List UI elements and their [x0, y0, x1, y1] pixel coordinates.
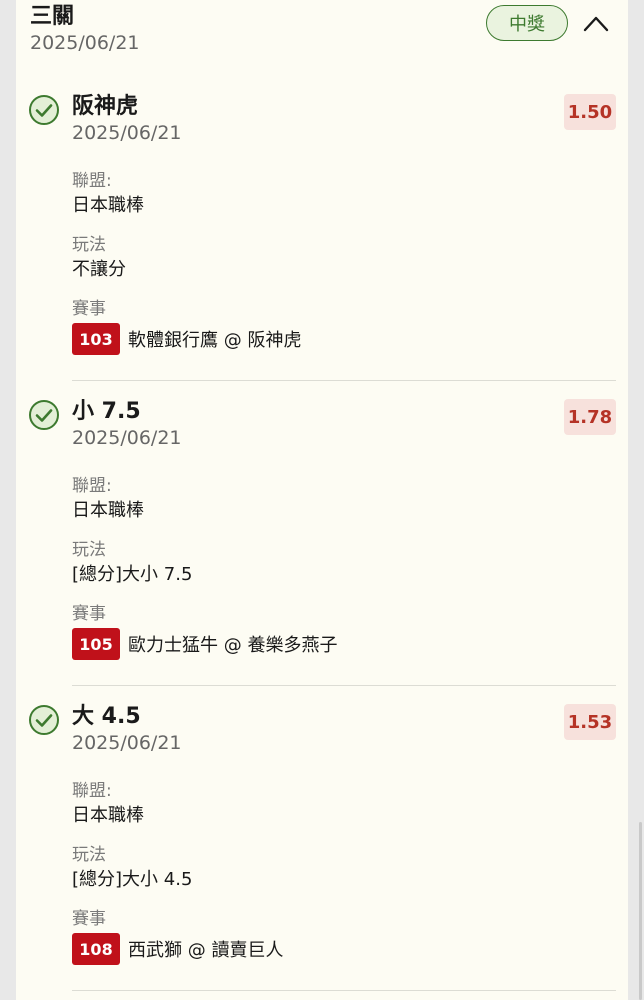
selection-date: 2025/06/21 [72, 427, 182, 449]
match-name: 歐力士猛牛 @ 養樂多燕子 [128, 635, 338, 656]
bet-type-value: [總分]大小 4.5 [72, 869, 193, 890]
selection-date: 2025/06/21 [72, 732, 182, 754]
win-status-badge: 中獎 [486, 5, 568, 41]
parlay-date: 2025/06/21 [30, 32, 140, 54]
match-label: 賽事 [72, 299, 106, 319]
match-id-badge: 105 [72, 628, 120, 660]
match-id-badge: 108 [72, 933, 120, 965]
divider [72, 990, 616, 991]
bet-item: 大 4.5 2025/06/21 1.53 聯盟: 日本職棒 玩法 [總分]大小… [16, 704, 628, 1000]
league-label: 聯盟: [72, 781, 112, 801]
check-circle-icon [29, 95, 59, 125]
match-row: 108 西武獅 @ 讀賣巨人 [72, 933, 283, 965]
check-circle-icon [29, 400, 59, 430]
bet-type-value: 不讓分 [72, 259, 126, 280]
bet-type-label: 玩法 [72, 540, 106, 560]
match-label: 賽事 [72, 604, 106, 624]
league-value: 日本職棒 [72, 195, 144, 216]
bet-type-label: 玩法 [72, 235, 106, 255]
parlay-card: 三關 2025/06/21 中獎 阪神虎 2025/06/21 1.50 聯盟:… [16, 0, 628, 1000]
match-row: 103 軟體銀行鷹 @ 阪神虎 [72, 323, 301, 355]
match-name: 軟體銀行鷹 @ 阪神虎 [128, 330, 302, 351]
bet-type-value: [總分]大小 7.5 [72, 564, 193, 585]
match-label: 賽事 [72, 909, 106, 929]
selection-title: 小 7.5 [72, 399, 141, 424]
selection-title: 大 4.5 [72, 704, 141, 729]
league-value: 日本職棒 [72, 500, 144, 521]
selection-date: 2025/06/21 [72, 122, 182, 144]
chevron-up-icon [583, 16, 609, 32]
match-id-badge: 103 [72, 323, 120, 355]
league-value: 日本職棒 [72, 805, 144, 826]
bet-type-label: 玩法 [72, 845, 106, 865]
parlay-title: 三關 [30, 4, 75, 29]
scrollbar[interactable] [639, 822, 642, 1000]
bet-item: 阪神虎 2025/06/21 1.50 聯盟: 日本職棒 玩法 不讓分 賽事 1… [16, 94, 628, 399]
parlay-header[interactable]: 三關 2025/06/21 中獎 [30, 4, 614, 60]
match-name: 西武獅 @ 讀賣巨人 [128, 940, 284, 961]
check-circle-icon [29, 705, 59, 735]
odds-badge: 1.53 [564, 704, 616, 740]
league-label: 聯盟: [72, 476, 112, 496]
selection-title: 阪神虎 [72, 94, 139, 119]
league-label: 聯盟: [72, 171, 112, 191]
bet-item: 小 7.5 2025/06/21 1.78 聯盟: 日本職棒 玩法 [總分]大小… [16, 399, 628, 704]
odds-badge: 1.50 [564, 94, 616, 130]
odds-badge: 1.78 [564, 399, 616, 435]
divider [72, 685, 616, 686]
collapse-button[interactable] [582, 12, 610, 36]
divider [72, 380, 616, 381]
match-row: 105 歐力士猛牛 @ 養樂多燕子 [72, 628, 337, 660]
